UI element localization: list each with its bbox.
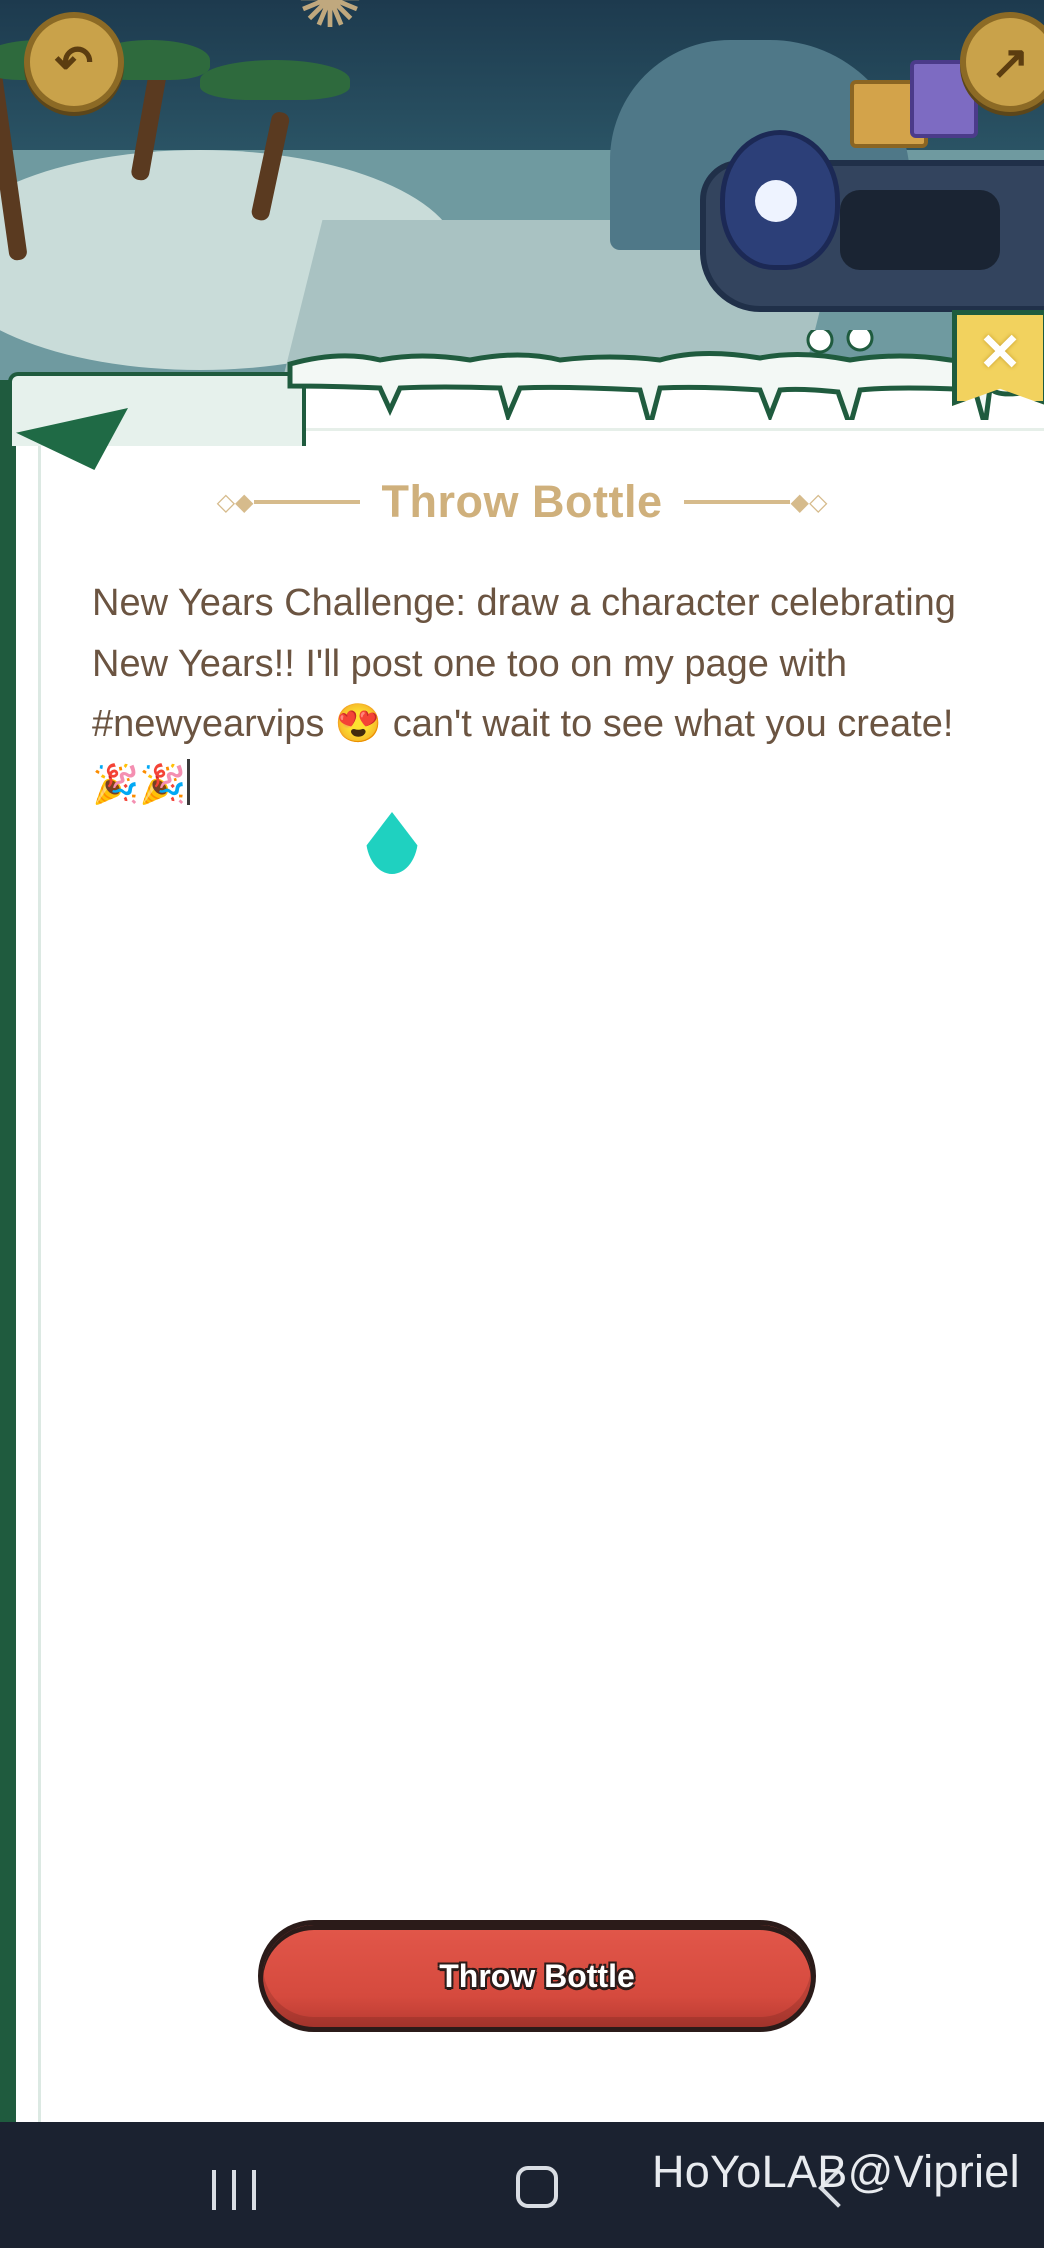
message-textarea[interactable]: New Years Challenge: draw a character ce… [92,573,992,815]
panel-title: Throw Bottle [381,476,663,527]
text-caret [186,758,190,805]
back-button[interactable]: ↶ [24,12,124,112]
sled [640,60,1044,312]
panel-header: ◇◆ Throw Bottle ◆◇ [0,472,1044,532]
message-text: New Years Challenge: draw a character ce… [92,582,967,806]
penguin-character [720,130,840,270]
sled-window [840,190,1000,270]
penguin-eye [755,180,797,222]
home-button[interactable] [516,2166,558,2208]
close-icon: ✕ [978,324,1022,382]
title-ornament-right: ◆◇ [684,488,827,517]
arrow-back-icon: ↶ [54,36,94,88]
throw-bottle-button-label: Throw Bottle [439,1957,635,1994]
system-navigation-bar: HoYoLAB@Vipriel [0,2122,1044,2248]
share-icon: ↗ [990,36,1030,88]
watermark-text: HoYoLAB@Vipriel [652,2146,1020,2197]
firework-icon: ✺ [270,0,390,40]
title-ornament-left: ◇◆ [217,488,360,517]
palm-leaves [200,60,350,100]
recents-icon [212,2170,216,2210]
throw-bottle-button[interactable]: Throw Bottle [258,1920,816,2032]
recents-button[interactable] [212,2170,256,2210]
snow-edge-decoration [287,330,1044,420]
